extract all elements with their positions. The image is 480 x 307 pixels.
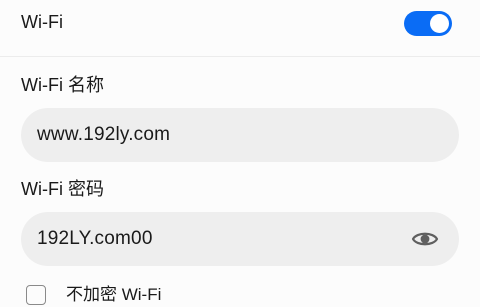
wifi-name-input[interactable]: www.192ly.com xyxy=(21,108,459,162)
wifi-password-input[interactable]: 192LY.com00 xyxy=(21,212,459,266)
wifi-switch[interactable] xyxy=(404,11,452,36)
wifi-toggle-label: Wi-Fi xyxy=(21,12,63,32)
switch-knob xyxy=(430,14,449,33)
no-encrypt-checkbox[interactable] xyxy=(26,285,46,305)
wifi-toggle-row[interactable]: Wi-Fi xyxy=(0,0,480,56)
wifi-name-value[interactable]: www.192ly.com xyxy=(37,122,170,148)
wifi-password-value[interactable]: 192LY.com00 xyxy=(37,226,153,252)
divider xyxy=(0,56,480,57)
no-encrypt-label: 不加密 Wi-Fi xyxy=(66,285,162,304)
wifi-name-label: Wi-Fi 名称 xyxy=(21,75,104,95)
eye-icon[interactable] xyxy=(411,227,439,251)
wifi-password-label: Wi-Fi 密码 xyxy=(21,179,104,199)
